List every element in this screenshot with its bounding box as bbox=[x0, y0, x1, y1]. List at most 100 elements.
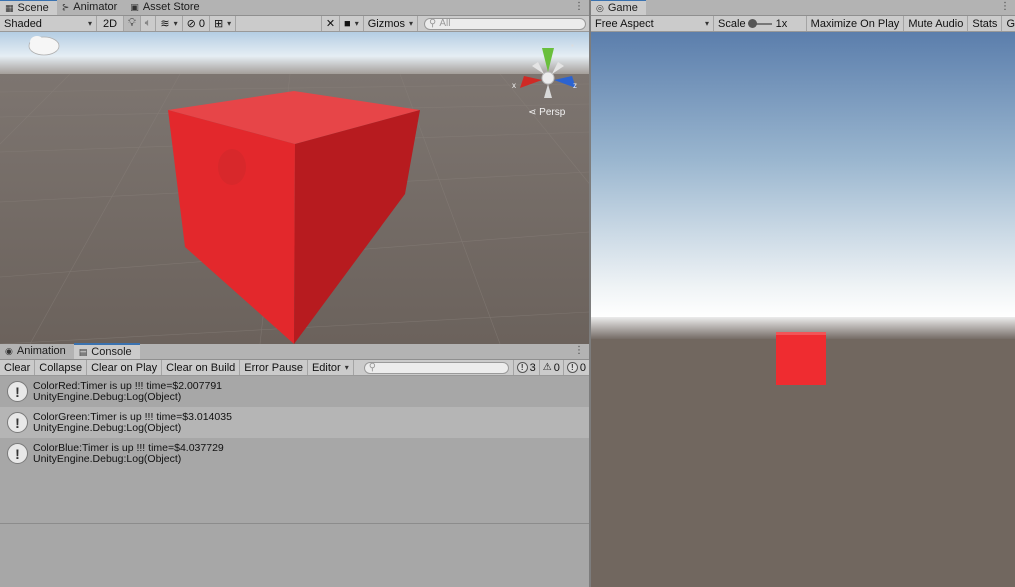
game-menu-icon[interactable]: ⋮ bbox=[1000, 1, 1010, 12]
camera-icon: ■ bbox=[344, 17, 351, 30]
aspect-dropdown[interactable]: Free Aspect bbox=[591, 16, 715, 31]
camera-dropdown[interactable]: ■ bbox=[340, 16, 364, 31]
gizmo-x-label: x bbox=[512, 81, 516, 90]
scale-slider[interactable]: Scale 1x bbox=[714, 16, 807, 31]
tab-scene-label: Scene bbox=[17, 2, 49, 14]
tab-scene[interactable]: ▦ Scene bbox=[0, 0, 57, 15]
tab-console-label: Console bbox=[91, 346, 132, 358]
console-icon: ▤ bbox=[78, 346, 88, 357]
log-entry[interactable]: ! ColorGreen:Timer is up !!! time=$3.014… bbox=[0, 407, 589, 438]
clear-label: Clear bbox=[4, 361, 31, 374]
2d-toggle-button[interactable]: 2D bbox=[97, 16, 125, 31]
error-count: 0 bbox=[579, 361, 586, 374]
lock-icon[interactable]: ▪ bbox=[571, 41, 574, 50]
clear-on-build-label: Clear on Build bbox=[166, 361, 236, 374]
log-entry-text: ColorBlue:Timer is up !!! time=$4.037729… bbox=[33, 441, 224, 465]
clear-on-play-button[interactable]: Clear on Play bbox=[87, 360, 163, 375]
log-entry[interactable]: ! ColorRed:Timer is up !!! time=$2.00779… bbox=[0, 376, 589, 407]
editor-label: Editor bbox=[311, 361, 341, 374]
warning-count-toggle[interactable]: ⚠ 0 bbox=[538, 360, 563, 375]
warning-icon: ⚠ bbox=[542, 362, 552, 373]
console-menu-icon[interactable]: ⋮ bbox=[574, 345, 584, 356]
game-viewport[interactable] bbox=[591, 32, 1015, 587]
info-icon: ! bbox=[516, 362, 528, 373]
error-count-toggle[interactable]: ! 0 bbox=[562, 360, 589, 375]
grid-snap-dropdown[interactable]: ⊞ bbox=[210, 16, 237, 31]
scene-toolbar: Shaded 2D 💡︎ 🔈︎ ≋ ⊘ 0 ⊞ ✕ ■ Gizmos ⚲ All bbox=[0, 16, 589, 32]
error-icon: ! bbox=[566, 362, 578, 373]
scale-slider-track[interactable] bbox=[747, 18, 772, 28]
collapse-label: Collapse bbox=[39, 361, 83, 374]
editor-dropdown[interactable]: Editor bbox=[308, 360, 354, 375]
scene-search-input[interactable]: ⚲ All bbox=[424, 17, 586, 30]
gizmos-dropdown[interactable]: Gizmos bbox=[364, 16, 418, 31]
log-info-icon: ! bbox=[7, 412, 28, 433]
maximize-on-play-label: Maximize On Play bbox=[810, 17, 900, 30]
clear-button[interactable]: Clear bbox=[0, 360, 36, 375]
search-icon: ⚲ bbox=[429, 18, 437, 29]
scale-label: Scale bbox=[718, 17, 746, 30]
error-pause-button[interactable]: Error Pause bbox=[240, 360, 308, 375]
console-tab-bar: ◉ Animation ▤ Console ⋮ bbox=[0, 343, 589, 360]
game-red-cube[interactable] bbox=[776, 332, 826, 385]
scene-tab-bar: ▦ Scene ⊱ Animator ▣ Asset Store ⋮ bbox=[0, 0, 589, 16]
game-gizmos-toggle[interactable]: G bbox=[1002, 16, 1015, 31]
gizmos-label: Gizmos bbox=[367, 17, 405, 30]
tab-asset-store-label: Asset Store bbox=[142, 1, 200, 13]
lighting-toggle-button[interactable]: 💡︎ bbox=[124, 16, 141, 31]
audio-toggle-button[interactable]: 🔈︎ bbox=[141, 16, 157, 31]
2d-label: 2D bbox=[103, 17, 118, 30]
search-icon: ⚲ bbox=[368, 362, 377, 373]
grid-icon: ▦ bbox=[5, 2, 14, 13]
projection-label[interactable]: ⋖ Persp bbox=[528, 107, 565, 118]
store-icon: ▣ bbox=[130, 1, 139, 12]
eye-slash-icon: ⊘ bbox=[186, 18, 196, 30]
maximize-on-play-toggle[interactable]: Maximize On Play bbox=[807, 16, 905, 31]
game-toolbar: Free Aspect Scale 1x Maximize On Play Mu… bbox=[591, 16, 1015, 32]
projection-text: Persp bbox=[539, 107, 566, 118]
aspect-label: Free Aspect bbox=[595, 17, 654, 30]
log-message: ColorBlue:Timer is up !!! time=$4.037729 bbox=[33, 441, 224, 454]
speaker-icon: 🔈︎ bbox=[144, 17, 152, 29]
scale-slider-thumb[interactable] bbox=[747, 18, 757, 28]
tools-button[interactable]: ✕ bbox=[320, 16, 341, 31]
scene-canvas: x z ▪ bbox=[0, 32, 589, 344]
scale-value: 1x bbox=[775, 17, 788, 30]
scene-search-placeholder: All bbox=[439, 18, 451, 29]
tab-game[interactable]: ◎ Game bbox=[591, 0, 646, 15]
lightbulb-icon: 💡︎ bbox=[128, 17, 136, 29]
log-message: ColorGreen:Timer is up !!! time=$3.01403… bbox=[33, 410, 232, 423]
console-detail-splitter[interactable] bbox=[0, 523, 589, 524]
hidden-count: 0 bbox=[198, 17, 205, 30]
tab-console[interactable]: ▤ Console bbox=[73, 343, 140, 359]
console-search-input[interactable]: ⚲ bbox=[363, 361, 509, 374]
collapse-button[interactable]: Collapse bbox=[35, 360, 88, 375]
log-trace: UnityEngine.Debug:Log(Object) bbox=[33, 452, 182, 465]
scene-viewport[interactable]: x z ▪ bbox=[0, 32, 589, 344]
log-entry[interactable]: ! ColorBlue:Timer is up !!! time=$4.0377… bbox=[0, 438, 589, 469]
tab-animator[interactable]: ⊱ Animator bbox=[57, 0, 126, 15]
layers-icon: ≋ bbox=[160, 18, 170, 30]
log-entry-text: ColorRed:Timer is up !!! time=$2.007791 … bbox=[33, 380, 222, 403]
effects-dropdown[interactable]: ≋ bbox=[156, 16, 183, 31]
hidden-objects-toggle[interactable]: ⊘ 0 bbox=[183, 16, 210, 31]
clear-on-play-label: Clear on Play bbox=[91, 361, 158, 374]
log-count-toggle[interactable]: ! 3 bbox=[512, 360, 539, 375]
scene-sky bbox=[0, 32, 589, 76]
tab-animator-label: Animator bbox=[73, 1, 118, 13]
tab-animation-label: Animation bbox=[16, 345, 66, 357]
animator-icon: ⊱ bbox=[61, 1, 70, 12]
clear-on-build-button[interactable]: Clear on Build bbox=[162, 360, 241, 375]
log-info-icon: ! bbox=[7, 443, 28, 464]
tab-asset-store[interactable]: ▣ Asset Store bbox=[125, 0, 207, 15]
draw-mode-dropdown[interactable]: Shaded bbox=[0, 16, 97, 31]
console-log-list[interactable]: ! ColorRed:Timer is up !!! time=$2.00779… bbox=[0, 376, 589, 587]
scene-menu-icon[interactable]: ⋮ bbox=[574, 1, 584, 12]
game-tab-bar: ◎ Game ⋮ bbox=[591, 0, 1015, 16]
mute-audio-label: Mute Audio bbox=[908, 17, 964, 30]
stats-toggle[interactable]: Stats bbox=[968, 16, 1003, 31]
log-entry-text: ColorGreen:Timer is up !!! time=$3.01403… bbox=[33, 410, 232, 434]
tab-animation[interactable]: ◉ Animation bbox=[0, 343, 74, 359]
mute-audio-toggle[interactable]: Mute Audio bbox=[904, 16, 969, 31]
game-canvas bbox=[591, 32, 1015, 587]
